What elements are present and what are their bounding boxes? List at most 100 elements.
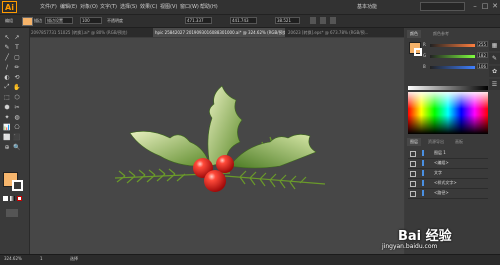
slider-r[interactable] [430, 44, 475, 47]
layer-color-chip [422, 190, 424, 196]
tab-artboards[interactable]: 画板 [452, 138, 466, 146]
tool-7-icon[interactable]: ✏ [13, 63, 21, 71]
stroke-label: 描边 [34, 18, 42, 23]
color-spectrum[interactable] [408, 92, 488, 134]
tool-1-icon[interactable]: ↗ [13, 33, 21, 41]
color-mode-icon[interactable] [3, 196, 8, 201]
tab-doc-2[interactable]: hpic 25842027 2019093016088301000.ai* @ … [153, 28, 285, 37]
fill-swatch[interactable] [22, 17, 33, 26]
artboard-canvas[interactable] [30, 38, 404, 254]
holly-leaf-right [229, 134, 317, 169]
slider-value-r[interactable]: 255 [477, 41, 488, 47]
slider-label-b: B [423, 64, 426, 69]
layer-label: <路径> [434, 190, 449, 195]
menu-item-6[interactable]: 视图(V) [160, 3, 177, 10]
maximize-button[interactable]: □ [480, 2, 490, 11]
tool-11-icon[interactable]: ✋ [13, 83, 21, 91]
tab-color[interactable]: 颜色 [407, 30, 421, 38]
layer-color-chip [422, 170, 424, 176]
tab-color-guide[interactable]: 颜色参考 [430, 30, 452, 38]
tab-doc-3[interactable]: 20623 [转换].eps* @ 673.78% (RGB/预... [286, 28, 404, 37]
tool-8-icon[interactable]: ◐ [3, 73, 11, 81]
properties-icon[interactable]: ☰ [489, 79, 500, 90]
slider-g[interactable] [430, 55, 475, 58]
y-field[interactable]: 441.743 [230, 17, 257, 24]
tool-22-icon[interactable]: ⊕ [3, 143, 11, 151]
layer-color-chip [422, 180, 424, 186]
tool-2-icon[interactable]: ✎ [3, 43, 11, 51]
tool-15-icon[interactable]: ✂ [13, 103, 21, 111]
layer-row-5[interactable]: <路径> [408, 188, 488, 199]
tool-16-icon[interactable]: ✦ [3, 113, 11, 121]
tool-23-icon[interactable]: 🔍 [13, 143, 21, 151]
grayscale-bar[interactable] [408, 86, 488, 90]
swatches-icon[interactable]: ▦ [489, 40, 500, 51]
berry-2 [216, 155, 234, 173]
layer-label: 文字 [434, 170, 442, 175]
stroke-color-box[interactable] [12, 180, 23, 191]
transform-icon[interactable] [320, 17, 326, 24]
slider-b[interactable] [430, 66, 475, 69]
stroke-weight-field[interactable]: 100 [80, 17, 102, 24]
tool-21-icon[interactable]: ⬛ [13, 133, 21, 141]
slider-value-g[interactable]: 182 [477, 52, 488, 58]
zoom-level[interactable]: 324.62% [4, 256, 22, 261]
x-field[interactable]: 471.337 [185, 17, 212, 24]
close-button[interactable]: ✕ [490, 2, 500, 11]
tool-18-icon[interactable]: 📊 [3, 123, 11, 131]
brushes-icon[interactable]: ✎ [489, 53, 500, 64]
tab-doc-1[interactable]: 2097857731 51025 [转换].ai* @ 80% (RGB/预览) [29, 28, 152, 37]
tool-10-icon[interactable]: ⤢ [3, 83, 11, 91]
tool-9-icon[interactable]: ⟲ [13, 73, 21, 81]
align-icon[interactable] [310, 17, 316, 24]
menu-item-2[interactable]: 对象(O) [80, 3, 98, 10]
tab-asset-export[interactable]: 资源导出 [425, 138, 447, 146]
slider-value-b[interactable]: 106 [477, 63, 488, 69]
berry-3 [204, 170, 226, 192]
gradient-mode-icon[interactable] [10, 196, 15, 201]
tool-6-icon[interactable]: ∕ [3, 63, 11, 71]
workspace-switcher[interactable]: 基本功能 [357, 3, 377, 10]
search-input[interactable] [420, 2, 465, 11]
eye-icon[interactable] [410, 161, 416, 167]
stroke-profile-field[interactable]: 描边设置 [45, 17, 73, 24]
tool-3-icon[interactable]: T [13, 43, 21, 51]
eye-icon[interactable] [410, 191, 416, 197]
menu-item-1[interactable]: 编辑(E) [60, 3, 77, 10]
screen-mode-icon[interactable] [6, 209, 18, 217]
menu-item-8[interactable]: 帮助(H) [200, 3, 218, 10]
eye-icon[interactable] [410, 151, 416, 157]
tool-19-icon[interactable]: ⎔ [13, 123, 21, 131]
menu-item-0[interactable]: 文件(F) [40, 3, 57, 10]
layer-label: <编组> [434, 160, 449, 165]
current-tool-name: 选择 [70, 256, 78, 261]
tool-14-icon[interactable]: ⬢ [3, 103, 11, 111]
width-field[interactable]: 38.521 [275, 17, 300, 24]
tool-13-icon[interactable]: ⬡ [13, 93, 21, 101]
tool-12-icon[interactable]: ⬚ [3, 93, 11, 101]
holly-leaf-top [207, 85, 243, 167]
tool-5-icon[interactable]: ▢ [13, 53, 21, 61]
minimize-button[interactable]: – [470, 2, 480, 11]
app-logo: Ai [2, 1, 17, 13]
tool-4-icon[interactable]: ╱ [3, 53, 11, 61]
artboard-number[interactable]: 1 [40, 256, 43, 261]
tool-grid: ↖ ↗ ✎ T ╱ ▢ ∕ ✏ ◐ ⟲ ⤢ ✋ ⬚ ⬡ ⬢ ✂ ✦ ◍ 📊 ⎔ ⬜ ⬛ ⊕ 🔍 [3, 33, 25, 151]
menu-item-4[interactable]: 选择(S) [120, 3, 137, 10]
tool-17-icon[interactable]: ◍ [13, 113, 21, 121]
tool-0-icon[interactable]: ↖ [3, 33, 11, 41]
eye-icon[interactable] [410, 181, 416, 187]
menu-item-5[interactable]: 效果(C) [140, 3, 157, 10]
symbols-icon[interactable]: ✿ [489, 66, 500, 77]
selection-type: 编组 [5, 18, 13, 23]
isolate-icon[interactable] [330, 17, 336, 24]
artwork [114, 85, 326, 192]
menu-item-3[interactable]: 文字(T) [100, 3, 117, 10]
menu-item-7[interactable]: 窗口(W) [180, 3, 199, 10]
tool-20-icon[interactable]: ⬜ [3, 133, 11, 141]
eye-icon[interactable] [410, 171, 416, 177]
none-mode-icon[interactable] [17, 196, 22, 201]
layer-color-chip [422, 150, 424, 156]
stroke-swatch[interactable] [414, 48, 422, 56]
tab-layers[interactable]: 图层 [407, 138, 421, 146]
